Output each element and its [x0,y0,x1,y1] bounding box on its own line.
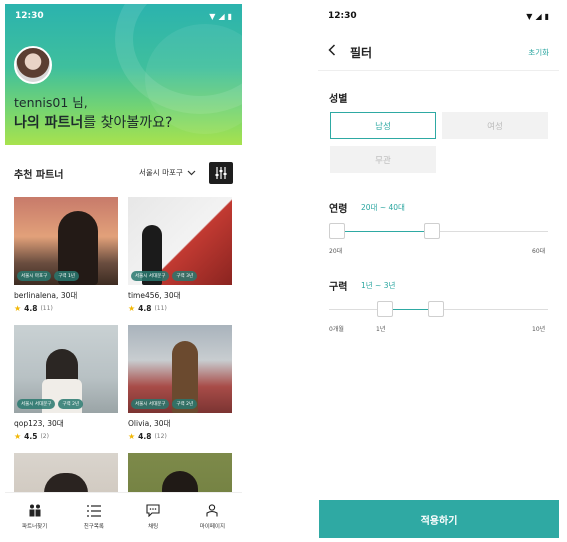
location-tag: 서울시 마포구 [17,271,52,281]
partner-photo: 서울시 서대문구 구력 3년 [128,197,232,285]
career-slider-max-handle[interactable] [428,301,444,317]
age-slider-min-handle[interactable] [329,223,345,239]
gender-option-male[interactable]: 남성 [330,112,436,139]
star-icon: ★ [14,304,22,313]
partner-name: Olivia, 30대 [128,419,171,428]
status-time: 12:30 [328,11,357,21]
battery-icon: ▮ [227,11,232,21]
career-mid-label: 1년 [376,326,386,333]
filter-screen: 12:30 ▼ ◢ ▮ 필터 초기화 성별 남성 여성 무관 연령 20대 ~ … [318,4,559,540]
greeting-username: tennis01 님, [14,95,88,110]
tab-label: 채팅 [148,523,159,530]
partner-home-screen: 12:30 ▼ ◢ ▮ tennis01 님, 나의 파트너를 찾아볼까요? 추… [5,4,242,540]
location-tag: 서울시 서대문구 [131,399,170,409]
partner-name: time456, 30대 [128,291,181,300]
wifi-icon: ▼ [209,11,216,21]
partner-card[interactable]: 서울시 마포구 구력 1년 berlinalena, 30대 ★ 4.8 (11) [14,197,118,313]
section-title: 추천 파트너 [14,170,64,181]
gender-option-any[interactable]: 무관 [330,146,436,173]
partner-rating: ★ 4.8 (11) [14,304,53,313]
age-range-value: 20대 ~ 40대 [361,203,405,212]
career-tag: 구력 2년 [58,399,84,409]
career-max-label: 10년 [532,326,546,333]
partner-photo: 서울시 서대문구 구력 2년 [14,325,118,413]
career-tag: 구력 3년 [172,271,198,281]
age-slider-max-handle[interactable] [424,223,440,239]
partner-photo: 서울시 서대문구 구력 2년 [128,325,232,413]
status-bar: 12:30 ▼ ◢ ▮ [5,4,242,28]
chevron-left-icon [328,44,336,56]
status-bar: 12:30 ▼ ◢ ▮ [318,4,559,28]
career-tag: 구력 1년 [54,271,79,281]
star-icon: ★ [128,304,136,313]
chat-icon [146,504,160,518]
star-icon: ★ [14,432,22,441]
user-icon [205,504,219,518]
career-label: 구력 [329,282,348,293]
filter-button[interactable] [209,162,233,184]
partner-card[interactable]: 서울시 서대문구 구력 2년 qop123, 30대 ★ 4.5 (2) [14,325,118,441]
gender-label: 성별 [329,94,348,105]
tab-label: 마이페이지 [199,523,226,530]
status-icons: ▼ ◢ ▮ [526,12,549,21]
partner-card[interactable]: 서울시 서대문구 구력 2년 Olivia, 30대 ★ 4.8 (12) [128,325,232,441]
location-dropdown[interactable]: 서울시 마포구 [139,167,196,178]
star-icon: ★ [128,432,136,441]
wifi-icon: ▼ [526,11,533,21]
apply-button[interactable]: 적용하기 [319,500,559,538]
partners-icon [28,504,42,518]
career-min-label: 0개월 [329,326,344,333]
list-icon [86,504,101,518]
tab-friends[interactable]: 친구목록 [64,493,123,540]
greeting-headline: 나의 파트너를 찾아볼까요? [14,115,173,131]
status-icons: ▼ ◢ ▮ [209,12,232,21]
gender-option-female[interactable]: 여성 [442,112,548,139]
partner-card[interactable]: 서울시 서대문구 구력 3년 time456, 30대 ★ 4.8 (11) [128,197,232,313]
tab-mypage[interactable]: 마이페이지 [183,493,242,540]
partner-name: berlinalena, 30대 [14,291,78,300]
location-tag: 서울시 서대문구 [131,271,170,281]
sliders-icon [215,167,227,179]
partner-photo: 서울시 마포구 구력 1년 [14,197,118,285]
signal-icon: ◢ [535,11,542,21]
age-min-label: 20대 [329,248,343,255]
page-title: 필터 [350,46,373,60]
location-tag: 서울시 서대문구 [17,399,56,409]
partner-rating: ★ 4.5 (2) [14,432,49,441]
back-button[interactable] [328,44,336,60]
bottom-tab-bar: 파트너찾기 친구목록 채팅 마이페이지 [5,492,242,540]
age-max-label: 60대 [532,248,546,255]
avatar[interactable] [14,46,52,84]
battery-icon: ▮ [544,11,549,21]
divider [318,70,559,71]
hero-banner: 12:30 ▼ ◢ ▮ tennis01 님, 나의 파트너를 찾아볼까요? [5,4,242,145]
status-time: 12:30 [15,11,44,21]
age-slider-fill [337,231,432,232]
career-range-value: 1년 ~ 3년 [361,281,396,290]
location-label: 서울시 마포구 [139,168,183,177]
partner-name: qop123, 30대 [14,419,64,428]
tab-chat[interactable]: 채팅 [124,493,183,540]
career-slider-min-handle[interactable] [377,301,393,317]
career-tag: 구력 2년 [172,399,198,409]
chevron-down-icon [187,170,196,175]
partner-rating: ★ 4.8 (12) [128,432,167,441]
signal-icon: ◢ [218,11,225,21]
partner-rating: ★ 4.8 (11) [128,304,167,313]
tab-label: 파트너찾기 [21,523,48,530]
reset-button[interactable]: 초기화 [528,47,549,58]
age-label: 연령 [329,204,348,215]
tab-label: 친구목록 [83,523,104,530]
tab-find-partner[interactable]: 파트너찾기 [5,493,64,540]
